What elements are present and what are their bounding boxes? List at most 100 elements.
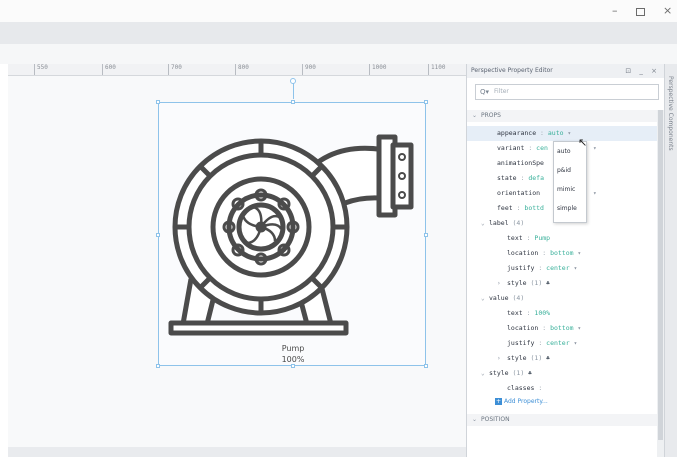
prop-key: style <box>507 279 527 287</box>
maximize-button[interactable] <box>636 8 645 16</box>
section-props-label: PROPS <box>481 112 501 119</box>
prop-row-classes[interactable]: classes : <box>467 381 657 396</box>
rotate-handle[interactable] <box>290 78 296 84</box>
mouse-cursor-icon: ↖ <box>578 136 588 149</box>
style-icon[interactable]: ♣ <box>528 370 532 377</box>
pump-icon <box>168 134 414 336</box>
prop-key: style <box>507 354 527 362</box>
side-tab-components[interactable]: Perspective Components <box>667 76 674 151</box>
collapse-arrow-icon[interactable]: ⌄ <box>481 216 485 231</box>
ruler-tick: 600 <box>102 64 116 75</box>
expand-arrow-icon[interactable]: › <box>497 276 501 291</box>
expand-arrow-icon[interactable]: › <box>497 351 501 366</box>
resize-handle[interactable] <box>291 364 295 368</box>
prop-value[interactable]: center <box>546 339 569 347</box>
resize-handle[interactable] <box>424 100 428 104</box>
add-icon: + <box>495 398 502 405</box>
panel-window-icons[interactable]: ⊡ _ × <box>625 64 660 78</box>
side-tab-strip: Perspective Components <box>664 64 677 457</box>
dropdown-caret-icon[interactable]: ▾ <box>577 325 581 332</box>
dropdown-caret-icon[interactable]: ▾ <box>567 130 571 137</box>
prop-key: justify <box>507 264 535 272</box>
prop-row-label-justify[interactable]: justify : center ▾ <box>467 261 657 276</box>
dropdown-caret-icon[interactable]: ▾ <box>574 265 578 272</box>
prop-count: (1) <box>512 369 525 377</box>
ruler-tick: 800 <box>235 64 249 75</box>
section-props[interactable]: ⌄ PROPS <box>467 110 657 122</box>
prop-row-appearance[interactable]: appearance : auto ▾ <box>467 126 657 141</box>
prop-value[interactable]: bottom <box>550 324 573 332</box>
prop-key: appearance <box>497 129 537 137</box>
scrollbar-thumb[interactable] <box>658 110 663 440</box>
panel-scrollbar[interactable] <box>657 110 664 457</box>
ruler-tick: 1000 <box>369 64 386 75</box>
prop-key: text <box>507 234 523 242</box>
ruler-tick: 900 <box>302 64 316 75</box>
collapse-arrow-icon[interactable]: ⌄ <box>481 366 485 381</box>
dropdown-option-simple[interactable]: simple <box>554 199 586 218</box>
prop-row-label-location[interactable]: location : bottom ▾ <box>467 246 657 261</box>
collapse-arrow-icon[interactable]: ⌄ <box>481 291 485 306</box>
prop-key: animationSpe <box>497 159 544 167</box>
prop-row-style[interactable]: ⌄ style (1) ♣ <box>467 366 657 381</box>
collapse-arrow-icon[interactable]: ⌄ <box>472 110 477 122</box>
prop-key: justify <box>507 339 535 347</box>
prop-row-value-text[interactable]: text : 100% <box>467 306 657 321</box>
prop-key: text <box>507 309 523 317</box>
prop-value[interactable]: defa <box>528 174 544 182</box>
prop-key: location <box>507 324 539 332</box>
prop-count: (1) <box>530 354 543 362</box>
pump-component[interactable]: Pump 100% <box>156 78 428 368</box>
prop-key: variant <box>497 144 525 152</box>
appearance-dropdown-menu[interactable]: auto p&id mimic simple <box>553 141 587 223</box>
section-position[interactable]: ⌄ POSITION <box>467 414 657 426</box>
resize-handle[interactable] <box>424 364 428 368</box>
filter-input[interactable]: Q▾ Filter <box>475 84 659 100</box>
dropdown-option-pid[interactable]: p&id <box>554 161 586 180</box>
prop-value[interactable]: cen <box>536 144 548 152</box>
prop-row-value[interactable]: ⌄ value (4) <box>467 291 657 306</box>
prop-count: (4) <box>512 294 525 302</box>
resize-handle[interactable] <box>156 364 160 368</box>
collapse-arrow-icon[interactable]: ⌄ <box>472 414 477 426</box>
prop-key: value <box>489 294 509 302</box>
horizontal-scrollbar[interactable] <box>8 447 466 457</box>
dropdown-caret-icon[interactable]: ▾ <box>577 250 581 257</box>
section-position-label: POSITION <box>481 416 510 423</box>
close-button[interactable]: × <box>663 4 672 17</box>
prop-row-value-justify[interactable]: justify : center ▾ <box>467 336 657 351</box>
panel-header: Perspective Property Editor ⊡ _ × <box>467 64 664 78</box>
prop-key: feet <box>497 204 513 212</box>
ruler-tick: 550 <box>34 64 48 75</box>
style-icon[interactable]: ♣ <box>546 280 550 287</box>
prop-value[interactable]: auto <box>548 129 564 137</box>
prop-value[interactable]: 100% <box>534 309 550 317</box>
prop-row-label-style[interactable]: › style (1) ♣ <box>467 276 657 291</box>
dropdown-caret-icon[interactable]: ▾ <box>574 340 578 347</box>
add-property-label: Add Property... <box>504 398 548 405</box>
prop-value[interactable]: center <box>546 264 569 272</box>
prop-count: (4) <box>512 219 525 227</box>
property-editor-panel: Perspective Property Editor ⊡ _ × Q▾ Fil… <box>466 64 664 457</box>
style-icon[interactable]: ♣ <box>546 355 550 362</box>
prop-row-value-location[interactable]: location : bottom ▾ <box>467 321 657 336</box>
dropdown-caret-icon[interactable]: ▾ <box>593 186 597 201</box>
prop-key: style <box>489 369 509 377</box>
prop-row-value-style[interactable]: › style (1) ♣ <box>467 351 657 366</box>
prop-value[interactable]: bottom <box>550 249 573 257</box>
prop-row-label-text[interactable]: text : Pump <box>467 231 657 246</box>
filter-placeholder: Filter <box>494 88 509 95</box>
search-icon[interactable]: Q▾ <box>480 88 489 96</box>
resize-handle[interactable] <box>156 100 160 104</box>
prop-value[interactable]: Pump <box>534 234 550 242</box>
design-canvas[interactable]: 550 600 700 800 900 1000 1100 Pump 100% <box>8 64 466 457</box>
add-property-button[interactable]: + Add Property... <box>495 398 548 405</box>
prop-value[interactable]: bottd <box>524 204 544 212</box>
dropdown-option-mimic[interactable]: mimic <box>554 180 586 199</box>
ruler-tick: 1100 <box>428 64 445 75</box>
minimize-button[interactable]: – <box>612 4 618 17</box>
resize-handle[interactable] <box>291 100 295 104</box>
prop-key: location <box>507 249 539 257</box>
dropdown-caret-icon[interactable]: ▾ <box>593 141 597 156</box>
resize-handle[interactable] <box>156 233 160 237</box>
